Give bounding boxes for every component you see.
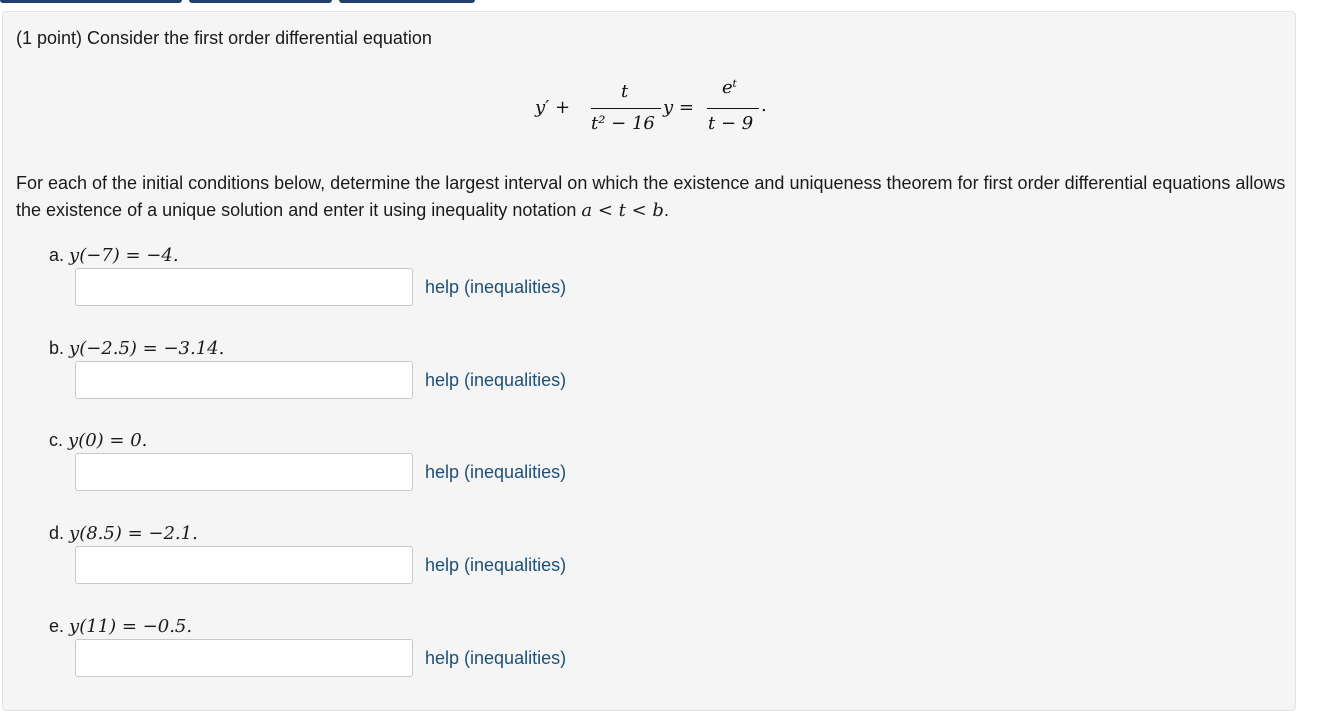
top-tab-strip bbox=[0, 0, 480, 3]
part-letter: b. bbox=[49, 338, 65, 358]
fraction1-denominator: t² − 16 bbox=[591, 113, 655, 134]
answer-input-b[interactable] bbox=[75, 361, 413, 399]
answer-input-c[interactable] bbox=[75, 453, 413, 491]
fraction1-bar bbox=[591, 108, 661, 109]
part-label: d. y(8.5) = −2.1. bbox=[49, 522, 198, 545]
initial-condition: y(8.5) = −2.1. bbox=[69, 523, 198, 544]
help-inequalities-link[interactable]: help (inequalities) bbox=[425, 648, 566, 668]
fraction1-numerator: t bbox=[621, 81, 629, 102]
part-a: a. y(−7) = −4. help (inequalities) bbox=[49, 244, 609, 324]
equation-lhs: y′ + bbox=[535, 97, 571, 118]
part-letter: c. bbox=[49, 430, 64, 450]
initial-condition: y(−7) = −4. bbox=[69, 245, 179, 266]
equation-y-equals: y = bbox=[663, 97, 694, 118]
part-e: e. y(11) = −0.5. help (inequalities) bbox=[49, 615, 609, 695]
problem-intro: (1 point) Consider the first order diffe… bbox=[16, 28, 432, 48]
fraction2-denominator: t − 9 bbox=[708, 113, 754, 134]
fraction2-numerator: eᵗ bbox=[722, 77, 738, 98]
top-tab-1[interactable] bbox=[0, 0, 182, 3]
problem-panel: (1 point) Consider the first order diffe… bbox=[2, 11, 1296, 711]
part-label: c. y(0) = 0. bbox=[49, 429, 147, 452]
initial-condition: y(0) = 0. bbox=[68, 430, 148, 451]
answer-input-e[interactable] bbox=[75, 639, 413, 677]
differential-equation: y′ + t t² − 16 y = eᵗ t − 9 . bbox=[535, 74, 785, 144]
part-letter: d. bbox=[49, 523, 65, 543]
top-tab-2[interactable] bbox=[189, 0, 332, 3]
part-d: d. y(8.5) = −2.1. help (inequalities) bbox=[49, 522, 609, 602]
part-label: b. y(−2.5) = −3.14. bbox=[49, 337, 224, 360]
fraction2-bar bbox=[707, 108, 759, 109]
problem-instructions: For each of the initial conditions below… bbox=[16, 170, 1286, 224]
part-b: b. y(−2.5) = −3.14. help (inequalities) bbox=[49, 337, 609, 417]
initial-condition: y(−2.5) = −3.14. bbox=[69, 338, 225, 359]
part-letter: a. bbox=[49, 245, 65, 265]
top-tab-3[interactable] bbox=[339, 0, 475, 3]
inequality-notation: a < t < b bbox=[581, 200, 664, 221]
initial-condition: y(11) = −0.5. bbox=[69, 616, 193, 637]
help-inequalities-link[interactable]: help (inequalities) bbox=[425, 555, 566, 575]
instructions-end: . bbox=[663, 200, 669, 220]
part-label: a. y(−7) = −4. bbox=[49, 244, 179, 267]
answer-input-a[interactable] bbox=[75, 268, 413, 306]
part-label: e. y(11) = −0.5. bbox=[49, 615, 192, 638]
help-inequalities-link[interactable]: help (inequalities) bbox=[425, 277, 566, 297]
help-inequalities-link[interactable]: help (inequalities) bbox=[425, 462, 566, 482]
part-letter: e. bbox=[49, 616, 65, 636]
part-c: c. y(0) = 0. help (inequalities) bbox=[49, 429, 609, 509]
equation-period: . bbox=[761, 95, 767, 116]
help-inequalities-link[interactable]: help (inequalities) bbox=[425, 370, 566, 390]
answer-input-d[interactable] bbox=[75, 546, 413, 584]
